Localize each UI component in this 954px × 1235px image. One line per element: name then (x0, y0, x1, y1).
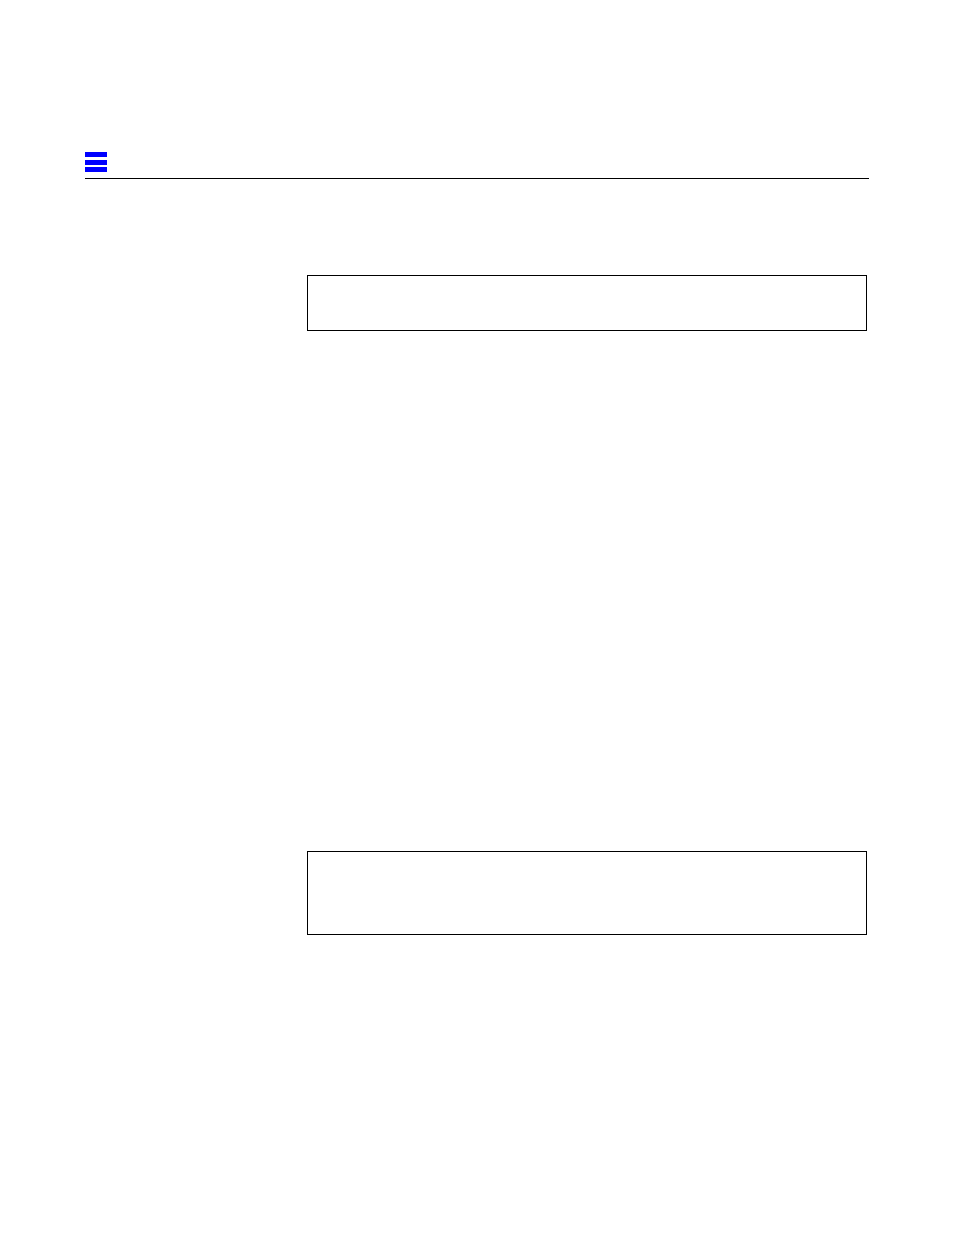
hamburger-menu-icon (85, 150, 107, 174)
content-box-2 (307, 851, 867, 935)
content-box-1 (307, 275, 867, 331)
page-header (85, 150, 869, 179)
